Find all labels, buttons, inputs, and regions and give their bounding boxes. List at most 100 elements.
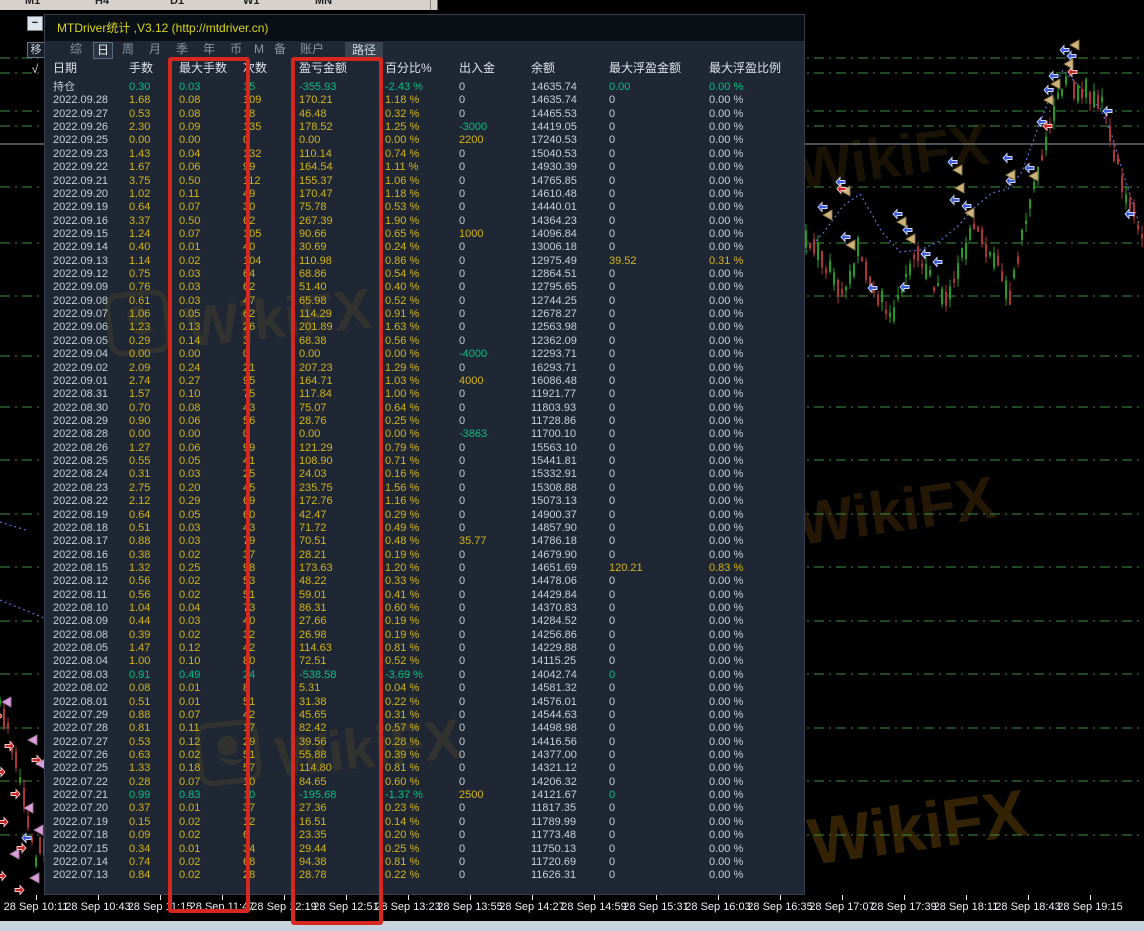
table-row[interactable]: 2022.08.190.640.056042.470.29 %014900.37… xyxy=(45,509,804,522)
tab-M[interactable]: M xyxy=(251,42,267,57)
table-row[interactable]: 2022.07.290.880.074245.650.31 %014544.63… xyxy=(45,709,804,722)
table-row[interactable]: 2022.09.163.370.5062267.391.90 %014364.2… xyxy=(45,215,804,228)
table-row[interactable]: 2022.09.071.060.0562114.290.91 %012678.2… xyxy=(45,308,804,321)
timeframe-button-D1[interactable]: D1 xyxy=(170,0,184,7)
table-row[interactable]: 2022.08.080.390.023226.980.19 %014256.86… xyxy=(45,629,804,642)
tab-账户[interactable]: 账户 xyxy=(297,42,327,57)
cell: 1.24 xyxy=(129,228,150,241)
cell: 0.00 % xyxy=(709,362,743,375)
tab-币[interactable]: 币 xyxy=(227,42,245,57)
minimize-button[interactable]: − xyxy=(27,16,43,31)
table-row[interactable]: 2022.08.261.270.0699121.290.79 %015563.1… xyxy=(45,442,804,455)
cell: 15441.81 xyxy=(531,455,577,468)
table-row[interactable]: 2022.08.232.750.2045235.751.56 %015308.8… xyxy=(45,482,804,495)
table-row[interactable]: 2022.09.131.140.02104110.980.86 %012975.… xyxy=(45,255,804,268)
table-row[interactable]: 2022.08.041.000.108072.510.52 %014115.25… xyxy=(45,655,804,668)
panel-titlebar[interactable]: MTDriver统计 ,V3.12 (http://mtdriver.cn) xyxy=(45,15,804,41)
table-row[interactable]: 2022.07.140.740.026894.380.81 %011720.69… xyxy=(45,856,804,869)
table-row[interactable]: 2022.09.090.760.036251.400.40 %012795.65… xyxy=(45,281,804,294)
table-row[interactable]: 2022.07.260.630.025155.880.39 %014377.00… xyxy=(45,749,804,762)
table-row[interactable]: 2022.07.251.330.1857114.800.81 %014321.1… xyxy=(45,762,804,775)
table-row[interactable]: 2022.09.040.000.0000.000.00 %-400012293.… xyxy=(45,348,804,361)
table-row[interactable]: 2022.09.262.300.09135178.521.25 %-300014… xyxy=(45,121,804,134)
table-row[interactable]: 2022.08.051.470.1242114.630.81 %014229.8… xyxy=(45,642,804,655)
table-row[interactable]: 2022.09.281.680.08109170.211.18 %014635.… xyxy=(45,94,804,107)
cell: 2022.09.05 xyxy=(53,335,108,348)
column-header: 手数 xyxy=(129,59,153,77)
table-row[interactable]: 2022.08.151.320.2598173.631.20 %014651.6… xyxy=(45,562,804,575)
timeframe-button-M1[interactable]: M1 xyxy=(25,0,40,7)
table-row[interactable]: 2022.09.012.740.2795164.711.03 %40001608… xyxy=(45,375,804,388)
table-row[interactable]: 2022.07.200.370.013727.360.23 %011817.35… xyxy=(45,802,804,815)
timeframe-button-W1[interactable]: W1 xyxy=(243,0,260,7)
table-row[interactable]: 2022.08.311.570.1075117.841.00 %011921.7… xyxy=(45,388,804,401)
table-row[interactable]: 2022.09.151.240.0710590.660.65 %10001409… xyxy=(45,228,804,241)
table-row[interactable]: 2022.09.221.670.0699164.541.11 %014930.3… xyxy=(45,161,804,174)
table-row[interactable]: 2022.07.220.280.071084.650.60 %014206.32… xyxy=(45,776,804,789)
cell: 0 xyxy=(609,669,615,682)
table-row[interactable]: 2022.08.010.510.015131.380.22 %014576.01… xyxy=(45,696,804,709)
table-row[interactable]: 2022.09.231.430.04132110.140.74 %015040.… xyxy=(45,148,804,161)
path-button[interactable]: 路径 xyxy=(345,42,383,58)
cell: 12563.98 xyxy=(531,321,577,334)
table-row[interactable]: 2022.07.130.840.022828.780.22 %011626.31… xyxy=(45,869,804,882)
cell: 0.00 % xyxy=(709,829,743,842)
cell: 0.00 % xyxy=(709,335,743,348)
tab-日[interactable]: 日 xyxy=(93,42,113,59)
cell: 2022.08.22 xyxy=(53,495,108,508)
table-row[interactable]: 2022.08.290.900.065628.760.25 %011728.86… xyxy=(45,415,804,428)
table-row[interactable]: 2022.08.250.550.0541108.900.71 %015441.8… xyxy=(45,455,804,468)
cell: 11750.13 xyxy=(531,843,576,856)
table-row[interactable]: 2022.09.270.530.081846.480.32 %014465.53… xyxy=(45,108,804,121)
table-row[interactable]: 持仓0.300.0315-355.93-2.43 %014635.740.000… xyxy=(45,81,804,94)
table-row[interactable]: 2022.09.213.750.50112155.371.06 %014765.… xyxy=(45,175,804,188)
timeframe-button-MN[interactable]: MN xyxy=(315,0,332,7)
table-row[interactable]: 2022.08.280.000.0000.000.00 %-386311700.… xyxy=(45,428,804,441)
table-row[interactable]: 2022.09.250.000.0000.000.00 %220017240.5… xyxy=(45,134,804,147)
table-row[interactable]: 2022.08.030.910.4924-538.58-3.69 %014042… xyxy=(45,669,804,682)
tab-综[interactable]: 综 xyxy=(67,42,85,57)
table-row[interactable]: 2022.09.120.750.036468.860.54 %012864.51… xyxy=(45,268,804,281)
table-row[interactable]: 2022.07.280.810.111782.420.57 %014498.98… xyxy=(45,722,804,735)
table-row[interactable]: 2022.08.160.380.023728.210.19 %014679.90… xyxy=(45,549,804,562)
cell: 0 xyxy=(609,442,615,455)
cell: 0.00 % xyxy=(709,94,743,107)
cell: 0.56 xyxy=(129,589,150,602)
table-row[interactable]: 2022.09.050.290.14368.380.56 %012362.090… xyxy=(45,335,804,348)
table-row[interactable]: 2022.09.190.640.073075.780.53 %014440.01… xyxy=(45,201,804,214)
table-row[interactable]: 2022.09.201.020.1149170.471.18 %014610.4… xyxy=(45,188,804,201)
table-row[interactable]: 2022.09.022.090.2421207.231.29 %016293.7… xyxy=(45,362,804,375)
tab-备[interactable]: 备 xyxy=(271,42,289,57)
tab-年[interactable]: 年 xyxy=(200,42,218,57)
cell: 39.52 xyxy=(609,255,637,268)
cell: 3.75 xyxy=(129,175,150,188)
table-row[interactable]: 2022.08.090.440.034027.660.19 %014284.52… xyxy=(45,615,804,628)
table-row[interactable]: 2022.07.150.340.013429.440.25 %011750.13… xyxy=(45,843,804,856)
table-row[interactable]: 2022.08.101.040.047386.310.60 %014370.83… xyxy=(45,602,804,615)
tab-月[interactable]: 月 xyxy=(146,42,164,57)
cell: 35.77 xyxy=(459,535,487,548)
timeframe-button-H4[interactable]: H4 xyxy=(95,0,109,7)
table-row[interactable]: 2022.07.180.090.02623.350.20 %011773.480… xyxy=(45,829,804,842)
table-row[interactable]: 2022.08.110.560.025159.010.41 %014429.84… xyxy=(45,589,804,602)
cell: 15563.10 xyxy=(531,442,577,455)
table-row[interactable]: 2022.08.170.880.037970.510.48 %35.771478… xyxy=(45,535,804,548)
cell: 0.00 % xyxy=(709,375,743,388)
table-row[interactable]: 2022.08.240.310.032524.030.16 %015332.91… xyxy=(45,468,804,481)
table-row[interactable]: 2022.08.180.510.034371.720.49 %014857.90… xyxy=(45,522,804,535)
tab-季[interactable]: 季 xyxy=(173,42,191,57)
table-row[interactable]: 2022.08.120.560.025348.220.33 %014478.06… xyxy=(45,575,804,588)
table-row[interactable]: 2022.09.080.610.034765.980.52 %012744.25… xyxy=(45,295,804,308)
table-row[interactable]: 2022.07.210.990.8310-195.68-1.37 %250014… xyxy=(45,789,804,802)
cell: 2022.07.27 xyxy=(53,736,108,749)
table-row[interactable]: 2022.07.270.530.122939.560.28 %014416.56… xyxy=(45,736,804,749)
move-button[interactable]: 移 xyxy=(27,42,45,58)
table-row[interactable]: 2022.08.020.080.0185.310.04 %014581.3200… xyxy=(45,682,804,695)
table-row[interactable]: 2022.08.222.120.2969172.761.16 %015073.1… xyxy=(45,495,804,508)
table-row[interactable]: 2022.09.140.400.014030.690.24 %013006.18… xyxy=(45,241,804,254)
table-row[interactable]: 2022.08.300.700.084375.070.64 %011803.93… xyxy=(45,402,804,415)
table-row[interactable]: 2022.07.190.150.021216.510.14 %011789.99… xyxy=(45,816,804,829)
tab-周[interactable]: 周 xyxy=(119,42,137,57)
toolbar-separator xyxy=(430,0,431,10)
table-row[interactable]: 2022.09.061.230.1326201.891.63 %012563.9… xyxy=(45,321,804,334)
